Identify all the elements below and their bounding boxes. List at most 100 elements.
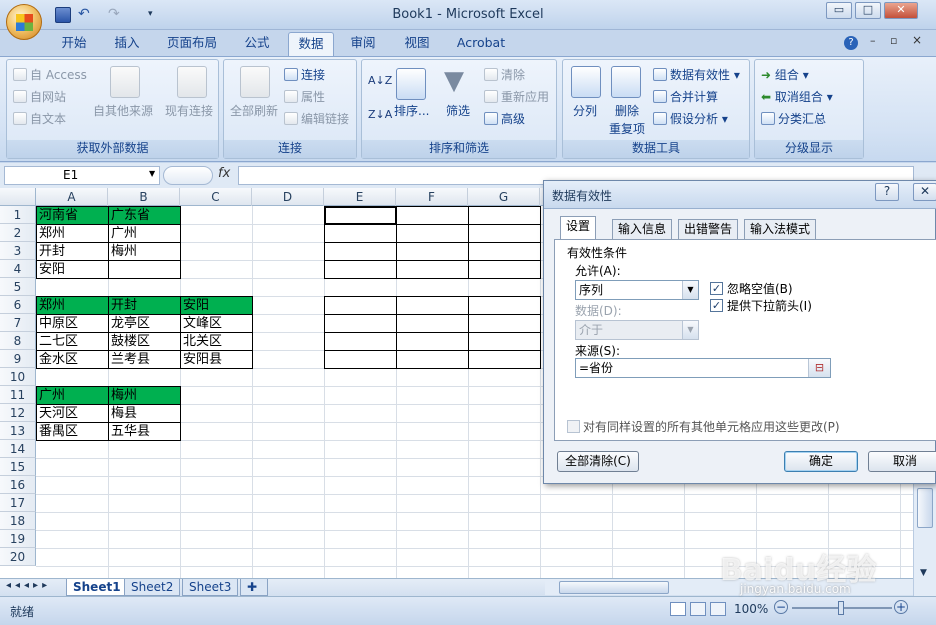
close-button[interactable]: ✕ — [884, 2, 918, 19]
reapply-button[interactable]: 重新应用 — [484, 88, 549, 105]
row-header[interactable]: 11 — [0, 386, 36, 404]
subtotal-button[interactable]: 分类汇总 — [761, 110, 826, 127]
zoom-level[interactable]: 100% — [734, 602, 768, 616]
ok-button[interactable]: 确定 — [784, 451, 858, 472]
cell-b12[interactable]: 梅县 — [109, 405, 180, 423]
tab-ime-mode[interactable]: 输入法模式 — [744, 219, 817, 239]
from-web-button[interactable]: 自网站 — [13, 88, 66, 105]
sheet-tab-sheet3[interactable]: Sheet3 — [182, 579, 239, 596]
cell-b13[interactable]: 五华县 — [109, 423, 180, 441]
row-header[interactable]: 14 — [0, 440, 36, 458]
cell-c6[interactable]: 安阳 — [181, 297, 252, 315]
ungroup-button[interactable]: ⬅ 取消组合 ▾ — [761, 88, 833, 105]
apply-all-checkbox[interactable] — [567, 420, 580, 433]
allow-select[interactable]: 序列 ▼ — [575, 280, 699, 300]
advanced-button[interactable]: 高级 — [484, 110, 525, 127]
scroll-down-icon[interactable]: ▼ — [920, 568, 927, 578]
dialog-help-button[interactable]: ? — [875, 183, 899, 201]
ribbon-restore-icon[interactable]: ▫ — [890, 34, 897, 47]
sheet-tab-sheet1[interactable]: Sheet1 — [66, 579, 128, 596]
cell-b1[interactable]: 广东省 — [109, 207, 180, 225]
data-validation-button[interactable]: 数据有效性 ▾ — [653, 66, 740, 83]
page-layout-view-icon[interactable] — [690, 602, 706, 616]
row-header[interactable]: 18 — [0, 512, 36, 530]
what-if-button[interactable]: 假设分析 ▾ — [653, 110, 728, 127]
select-all-corner[interactable] — [0, 188, 36, 206]
cell-c9[interactable]: 安阳县 — [181, 351, 252, 369]
row-header[interactable]: 5 — [0, 278, 36, 296]
column-header[interactable]: B — [108, 188, 180, 206]
in-cell-dropdown-checkbox[interactable]: ✓ — [710, 299, 723, 312]
tab-settings[interactable]: 设置 — [560, 216, 597, 240]
row-header[interactable]: 7 — [0, 314, 36, 332]
insert-sheet-icon[interactable]: ✚ — [240, 579, 268, 596]
tab-error-alert[interactable]: 出错警告 — [678, 219, 739, 239]
dialog-close-button[interactable]: ✕ — [913, 183, 936, 201]
sheet-tab-sheet2[interactable]: Sheet2 — [124, 579, 181, 596]
cell-a8[interactable]: 二七区 — [37, 333, 108, 351]
sort-asc-icon[interactable]: A↓Z — [368, 74, 392, 87]
cell-b7[interactable]: 龙亭区 — [109, 315, 180, 333]
cell-a12[interactable]: 天河区 — [37, 405, 108, 423]
remove-duplicates-button[interactable]: 删除 — [615, 102, 639, 119]
cell-a11[interactable]: 广州 — [37, 387, 108, 405]
zoom-in-icon[interactable]: + — [894, 600, 908, 614]
cell-a6[interactable]: 郑州 — [37, 297, 108, 315]
cell-b11[interactable]: 梅州 — [109, 387, 180, 405]
ribbon-close-icon[interactable]: × — [912, 33, 922, 47]
column-header[interactable]: A — [36, 188, 108, 206]
existing-connections-button[interactable]: 现有连接 — [165, 102, 213, 119]
cell-b2[interactable]: 广州 — [109, 225, 180, 243]
column-header[interactable]: E — [324, 188, 396, 206]
tab-input-message[interactable]: 输入信息 — [612, 219, 673, 239]
cell-b3[interactable]: 梅州 — [109, 243, 180, 261]
tab-data[interactable]: 数据 — [288, 32, 334, 56]
cell-c7[interactable]: 文峰区 — [181, 315, 252, 333]
refresh-all-button[interactable]: 全部刷新 — [230, 102, 278, 119]
sort-button[interactable]: 排序... — [394, 102, 429, 119]
cell-a9[interactable]: 金水区 — [37, 351, 108, 369]
column-header[interactable]: F — [396, 188, 468, 206]
row-header[interactable]: 16 — [0, 476, 36, 494]
cell-a7[interactable]: 中原区 — [37, 315, 108, 333]
data-select[interactable]: 介于 ▼ — [575, 320, 699, 340]
tab-insert[interactable]: 插入 — [104, 32, 150, 56]
cell-a3[interactable]: 开封 — [37, 243, 108, 261]
text-to-columns-button[interactable]: 分列 — [573, 102, 597, 119]
minimize-button[interactable]: ▭ — [826, 2, 852, 19]
cell-a4[interactable]: 安阳 — [37, 261, 108, 279]
name-box[interactable]: E1 — [4, 166, 160, 185]
page-break-view-icon[interactable] — [710, 602, 726, 616]
row-header[interactable]: 13 — [0, 422, 36, 440]
horizontal-scroll-thumb[interactable] — [559, 581, 669, 594]
tab-home[interactable]: 开始 — [50, 32, 98, 56]
column-header[interactable]: D — [252, 188, 324, 206]
row-header[interactable]: 6 — [0, 296, 36, 314]
source-input[interactable]: =省份 ⊟ — [575, 358, 831, 378]
office-button[interactable] — [6, 4, 42, 40]
sheet-nav-icon[interactable]: ◂◂◂▸▸ — [6, 580, 51, 591]
name-box-dropdown-icon[interactable]: ▼ — [149, 169, 155, 178]
tab-review[interactable]: 审阅 — [340, 32, 386, 56]
properties-button[interactable]: 属性 — [284, 88, 325, 105]
connections-button[interactable]: 连接 — [284, 66, 325, 83]
row-header[interactable]: 12 — [0, 404, 36, 422]
filter-button[interactable]: 筛选 — [446, 102, 470, 119]
row-header[interactable]: 2 — [0, 224, 36, 242]
sort-desc-icon[interactable]: Z↓A — [368, 108, 392, 121]
cell-b6[interactable]: 开封 — [109, 297, 180, 315]
insert-function-icon[interactable]: fx — [218, 166, 230, 181]
row-header[interactable]: 15 — [0, 458, 36, 476]
vertical-scroll-thumb[interactable] — [917, 488, 933, 528]
other-sources-button[interactable]: 自其他来源 — [93, 102, 153, 119]
from-text-button[interactable]: 自文本 — [13, 110, 66, 127]
tab-formulas[interactable]: 公式 — [234, 32, 280, 56]
tab-view[interactable]: 视图 — [394, 32, 440, 56]
row-header[interactable]: 9 — [0, 350, 36, 368]
collapse-dialog-icon[interactable]: ⊟ — [808, 359, 830, 377]
ribbon-minimize-icon[interactable]: – — [870, 34, 876, 47]
group-button[interactable]: ➜ 组合 ▾ — [761, 66, 809, 83]
row-header[interactable]: 10 — [0, 368, 36, 386]
restore-button[interactable]: □ — [855, 2, 881, 19]
cell-a2[interactable]: 郑州 — [37, 225, 108, 243]
